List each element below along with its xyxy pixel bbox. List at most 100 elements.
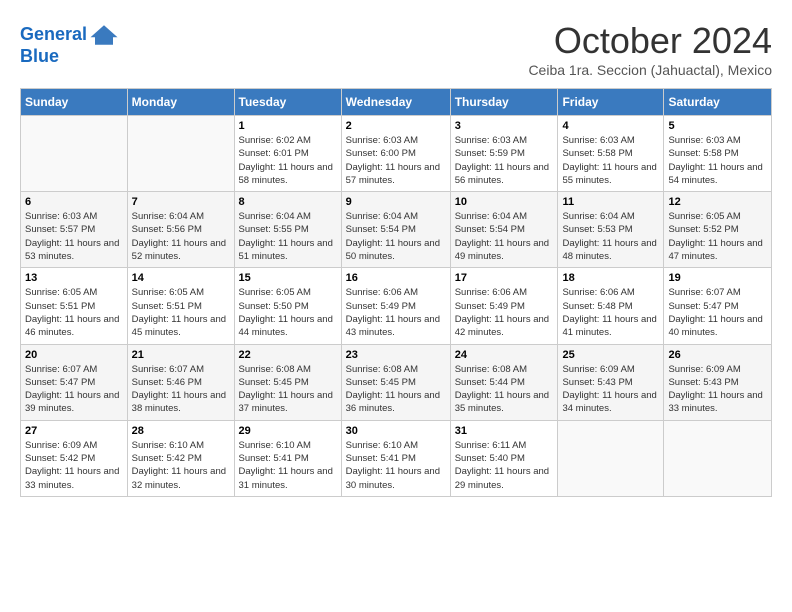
sunset-text: Sunset: 5:41 PM — [239, 453, 309, 464]
sunrise-text: Sunrise: 6:03 AM — [562, 135, 634, 146]
day-cell — [21, 116, 128, 192]
week-row-1: 1 Sunrise: 6:02 AM Sunset: 6:01 PM Dayli… — [21, 116, 772, 192]
day-info: Sunrise: 6:08 AM Sunset: 5:44 PM Dayligh… — [455, 363, 554, 416]
day-number: 19 — [668, 272, 767, 284]
daylight-text: Daylight: 11 hours and 30 minutes. — [346, 466, 440, 490]
sunrise-text: Sunrise: 6:09 AM — [25, 440, 97, 451]
daylight-text: Daylight: 11 hours and 45 minutes. — [132, 314, 226, 338]
day-number: 14 — [132, 272, 230, 284]
day-number: 21 — [132, 349, 230, 361]
sunset-text: Sunset: 5:53 PM — [562, 224, 632, 235]
day-info: Sunrise: 6:10 AM Sunset: 5:42 PM Dayligh… — [132, 439, 230, 492]
sunset-text: Sunset: 5:54 PM — [455, 224, 525, 235]
daylight-text: Daylight: 11 hours and 36 minutes. — [346, 390, 440, 414]
day-number: 10 — [455, 196, 554, 208]
day-number: 25 — [562, 349, 659, 361]
day-number: 1 — [239, 120, 337, 132]
day-info: Sunrise: 6:02 AM Sunset: 6:01 PM Dayligh… — [239, 134, 337, 187]
day-info: Sunrise: 6:08 AM Sunset: 5:45 PM Dayligh… — [239, 363, 337, 416]
sunset-text: Sunset: 5:43 PM — [668, 377, 738, 388]
daylight-text: Daylight: 11 hours and 50 minutes. — [346, 238, 440, 262]
sunrise-text: Sunrise: 6:10 AM — [239, 440, 311, 451]
day-cell: 23 Sunrise: 6:08 AM Sunset: 5:45 PM Dayl… — [341, 344, 450, 420]
day-cell: 19 Sunrise: 6:07 AM Sunset: 5:47 PM Dayl… — [664, 268, 772, 344]
day-cell: 30 Sunrise: 6:10 AM Sunset: 5:41 PM Dayl… — [341, 420, 450, 496]
day-number: 17 — [455, 272, 554, 284]
sunrise-text: Sunrise: 6:03 AM — [668, 135, 740, 146]
sunrise-text: Sunrise: 6:03 AM — [455, 135, 527, 146]
day-number: 12 — [668, 196, 767, 208]
day-number: 6 — [25, 196, 123, 208]
sunrise-text: Sunrise: 6:08 AM — [239, 364, 311, 375]
month-title: October 2024 — [528, 20, 772, 62]
day-info: Sunrise: 6:11 AM Sunset: 5:40 PM Dayligh… — [455, 439, 554, 492]
sunset-text: Sunset: 5:54 PM — [346, 224, 416, 235]
sunset-text: Sunset: 5:40 PM — [455, 453, 525, 464]
sunset-text: Sunset: 5:51 PM — [132, 301, 202, 312]
daylight-text: Daylight: 11 hours and 43 minutes. — [346, 314, 440, 338]
daylight-text: Daylight: 11 hours and 52 minutes. — [132, 238, 226, 262]
daylight-text: Daylight: 11 hours and 39 minutes. — [25, 390, 119, 414]
daylight-text: Daylight: 11 hours and 37 minutes. — [239, 390, 333, 414]
daylight-text: Daylight: 11 hours and 33 minutes. — [668, 390, 762, 414]
sunrise-text: Sunrise: 6:07 AM — [25, 364, 97, 375]
day-number: 30 — [346, 425, 446, 437]
day-info: Sunrise: 6:04 AM Sunset: 5:56 PM Dayligh… — [132, 210, 230, 263]
sunset-text: Sunset: 6:00 PM — [346, 148, 416, 159]
day-info: Sunrise: 6:03 AM Sunset: 5:58 PM Dayligh… — [562, 134, 659, 187]
sunset-text: Sunset: 5:41 PM — [346, 453, 416, 464]
page-header: General Blue October 2024 Ceiba 1ra. Sec… — [20, 20, 772, 78]
day-cell: 10 Sunrise: 6:04 AM Sunset: 5:54 PM Dayl… — [450, 192, 558, 268]
day-cell: 2 Sunrise: 6:03 AM Sunset: 6:00 PM Dayli… — [341, 116, 450, 192]
day-cell: 13 Sunrise: 6:05 AM Sunset: 5:51 PM Dayl… — [21, 268, 128, 344]
day-number: 20 — [25, 349, 123, 361]
day-info: Sunrise: 6:09 AM Sunset: 5:43 PM Dayligh… — [562, 363, 659, 416]
day-info: Sunrise: 6:04 AM Sunset: 5:54 PM Dayligh… — [455, 210, 554, 263]
daylight-text: Daylight: 11 hours and 53 minutes. — [25, 238, 119, 262]
sunrise-text: Sunrise: 6:05 AM — [25, 287, 97, 298]
daylight-text: Daylight: 11 hours and 51 minutes. — [239, 238, 333, 262]
day-info: Sunrise: 6:05 AM Sunset: 5:50 PM Dayligh… — [239, 286, 337, 339]
column-header-sunday: Sunday — [21, 89, 128, 116]
day-info: Sunrise: 6:08 AM Sunset: 5:45 PM Dayligh… — [346, 363, 446, 416]
day-number: 23 — [346, 349, 446, 361]
day-cell: 6 Sunrise: 6:03 AM Sunset: 5:57 PM Dayli… — [21, 192, 128, 268]
daylight-text: Daylight: 11 hours and 38 minutes. — [132, 390, 226, 414]
location-title: Ceiba 1ra. Seccion (Jahuactal), Mexico — [528, 62, 772, 78]
day-info: Sunrise: 6:09 AM Sunset: 5:43 PM Dayligh… — [668, 363, 767, 416]
column-header-thursday: Thursday — [450, 89, 558, 116]
sunrise-text: Sunrise: 6:03 AM — [346, 135, 418, 146]
day-cell: 7 Sunrise: 6:04 AM Sunset: 5:56 PM Dayli… — [127, 192, 234, 268]
daylight-text: Daylight: 11 hours and 54 minutes. — [668, 162, 762, 186]
sunrise-text: Sunrise: 6:07 AM — [668, 287, 740, 298]
day-number: 27 — [25, 425, 123, 437]
sunset-text: Sunset: 5:42 PM — [25, 453, 95, 464]
sunrise-text: Sunrise: 6:07 AM — [132, 364, 204, 375]
column-header-tuesday: Tuesday — [234, 89, 341, 116]
day-cell: 4 Sunrise: 6:03 AM Sunset: 5:58 PM Dayli… — [558, 116, 664, 192]
day-cell: 16 Sunrise: 6:06 AM Sunset: 5:49 PM Dayl… — [341, 268, 450, 344]
daylight-text: Daylight: 11 hours and 32 minutes. — [132, 466, 226, 490]
sunrise-text: Sunrise: 6:10 AM — [132, 440, 204, 451]
day-cell: 21 Sunrise: 6:07 AM Sunset: 5:46 PM Dayl… — [127, 344, 234, 420]
daylight-text: Daylight: 11 hours and 33 minutes. — [25, 466, 119, 490]
sunset-text: Sunset: 5:57 PM — [25, 224, 95, 235]
sunrise-text: Sunrise: 6:03 AM — [25, 211, 97, 222]
day-number: 11 — [562, 196, 659, 208]
day-cell: 31 Sunrise: 6:11 AM Sunset: 5:40 PM Dayl… — [450, 420, 558, 496]
day-number: 8 — [239, 196, 337, 208]
calendar-table: SundayMondayTuesdayWednesdayThursdayFrid… — [20, 88, 772, 497]
sunrise-text: Sunrise: 6:04 AM — [239, 211, 311, 222]
day-cell — [558, 420, 664, 496]
day-cell: 8 Sunrise: 6:04 AM Sunset: 5:55 PM Dayli… — [234, 192, 341, 268]
day-cell: 12 Sunrise: 6:05 AM Sunset: 5:52 PM Dayl… — [664, 192, 772, 268]
week-row-4: 20 Sunrise: 6:07 AM Sunset: 5:47 PM Dayl… — [21, 344, 772, 420]
daylight-text: Daylight: 11 hours and 55 minutes. — [562, 162, 656, 186]
daylight-text: Daylight: 11 hours and 46 minutes. — [25, 314, 119, 338]
day-number: 13 — [25, 272, 123, 284]
day-info: Sunrise: 6:04 AM Sunset: 5:54 PM Dayligh… — [346, 210, 446, 263]
day-cell: 29 Sunrise: 6:10 AM Sunset: 5:41 PM Dayl… — [234, 420, 341, 496]
daylight-text: Daylight: 11 hours and 40 minutes. — [668, 314, 762, 338]
sunset-text: Sunset: 5:45 PM — [346, 377, 416, 388]
day-info: Sunrise: 6:05 AM Sunset: 5:51 PM Dayligh… — [132, 286, 230, 339]
